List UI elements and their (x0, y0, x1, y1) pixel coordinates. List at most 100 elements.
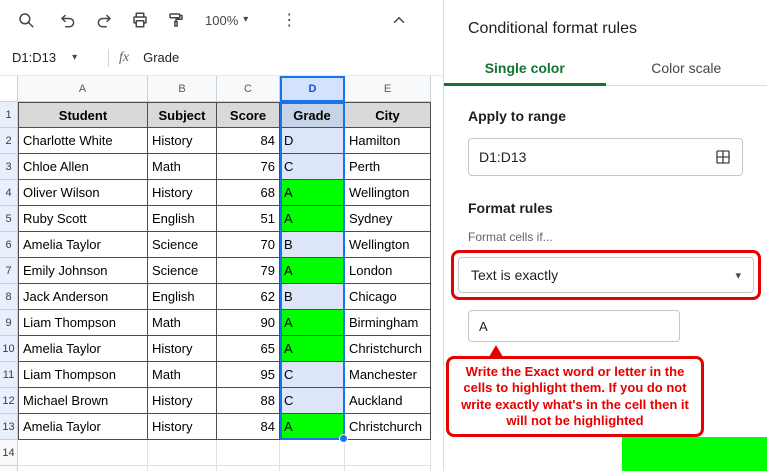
cell-B8[interactable]: English (148, 284, 217, 310)
redo-button[interactable] (90, 6, 118, 34)
condition-dropdown[interactable]: Text is exactly ▾ (458, 257, 754, 293)
cell-D12[interactable]: C (280, 388, 345, 414)
cell-A9[interactable]: Liam Thompson (18, 310, 148, 336)
cell-E10[interactable]: Christchurch (345, 336, 431, 362)
cell-E8[interactable]: Chicago (345, 284, 431, 310)
column-header-C[interactable]: C (217, 76, 280, 102)
row-header-10[interactable]: 10 (0, 336, 18, 362)
cell-A13[interactable]: Amelia Taylor (18, 414, 148, 440)
fill-handle[interactable] (339, 434, 348, 443)
row-header-7[interactable]: 7 (0, 258, 18, 284)
cell-E1[interactable]: City (345, 102, 431, 128)
row-header-14[interactable]: 14 (0, 440, 18, 466)
row-header-2[interactable]: 2 (0, 128, 18, 154)
cell-C15[interactable] (217, 466, 280, 471)
cell-B4[interactable]: History (148, 180, 217, 206)
row-header-4[interactable]: 4 (0, 180, 18, 206)
cell-B7[interactable]: Science (148, 258, 217, 284)
cell-A11[interactable]: Liam Thompson (18, 362, 148, 388)
cell-A6[interactable]: Amelia Taylor (18, 232, 148, 258)
cell-B10[interactable]: History (148, 336, 217, 362)
cell-A3[interactable]: Chloe Allen (18, 154, 148, 180)
cell-D5[interactable]: A (280, 206, 345, 232)
cell-A1[interactable]: Student (18, 102, 148, 128)
row-header-9[interactable]: 9 (0, 310, 18, 336)
cell-E12[interactable]: Auckland (345, 388, 431, 414)
cell-A14[interactable] (18, 440, 148, 466)
cell-D4[interactable]: A (280, 180, 345, 206)
cell-C4[interactable]: 68 (217, 180, 280, 206)
cell-A7[interactable]: Emily Johnson (18, 258, 148, 284)
column-header-D[interactable]: D (280, 76, 345, 102)
cell-A12[interactable]: Michael Brown (18, 388, 148, 414)
cell-B13[interactable]: History (148, 414, 217, 440)
zoom-control[interactable]: 100% ▾ (198, 7, 255, 33)
cell-D10[interactable]: A (280, 336, 345, 362)
cell-E6[interactable]: Wellington (345, 232, 431, 258)
cell-D6[interactable]: B (280, 232, 345, 258)
row-header-13[interactable]: 13 (0, 414, 18, 440)
more-options-button[interactable]: ⋮ (277, 10, 301, 30)
cell-E13[interactable]: Christchurch (345, 414, 431, 440)
search-button[interactable] (12, 6, 40, 34)
cell-D8[interactable]: B (280, 284, 345, 310)
cell-C2[interactable]: 84 (217, 128, 280, 154)
cell-D9[interactable]: A (280, 310, 345, 336)
cell-B14[interactable] (148, 440, 217, 466)
cell-A5[interactable]: Ruby Scott (18, 206, 148, 232)
cell-E2[interactable]: Hamilton (345, 128, 431, 154)
cell-C11[interactable]: 95 (217, 362, 280, 388)
cell-D3[interactable]: C (280, 154, 345, 180)
cell-C5[interactable]: 51 (217, 206, 280, 232)
cell-A4[interactable]: Oliver Wilson (18, 180, 148, 206)
range-input[interactable]: D1:D13 (468, 138, 743, 176)
cell-C7[interactable]: 79 (217, 258, 280, 284)
row-header-3[interactable]: 3 (0, 154, 18, 180)
cell-C8[interactable]: 62 (217, 284, 280, 310)
cell-B5[interactable]: English (148, 206, 217, 232)
cell-D7[interactable]: A (280, 258, 345, 284)
cell-D1[interactable]: Grade (280, 102, 345, 128)
row-header-12[interactable]: 12 (0, 388, 18, 414)
column-header-E[interactable]: E (345, 76, 431, 102)
cell-E15[interactable] (345, 466, 431, 471)
cell-B12[interactable]: History (148, 388, 217, 414)
row-header-5[interactable]: 5 (0, 206, 18, 232)
undo-button[interactable] (54, 6, 82, 34)
column-header-B[interactable]: B (148, 76, 217, 102)
row-header-8[interactable]: 8 (0, 284, 18, 310)
cell-A8[interactable]: Jack Anderson (18, 284, 148, 310)
row-header-15[interactable]: 15 (0, 466, 18, 471)
cell-A15[interactable] (18, 466, 148, 471)
cell-D11[interactable]: C (280, 362, 345, 388)
print-button[interactable] (126, 6, 154, 34)
cell-B2[interactable]: History (148, 128, 217, 154)
cell-E5[interactable]: Sydney (345, 206, 431, 232)
cell-C3[interactable]: 76 (217, 154, 280, 180)
cell-C14[interactable] (217, 440, 280, 466)
cell-D13[interactable]: A (280, 414, 345, 440)
row-header-11[interactable]: 11 (0, 362, 18, 388)
cell-C13[interactable]: 84 (217, 414, 280, 440)
cell-B9[interactable]: Math (148, 310, 217, 336)
cell-C6[interactable]: 70 (217, 232, 280, 258)
cell-B15[interactable] (148, 466, 217, 471)
cell-C1[interactable]: Score (217, 102, 280, 128)
cell-E11[interactable]: Manchester (345, 362, 431, 388)
cell-E7[interactable]: London (345, 258, 431, 284)
row-header-6[interactable]: 6 (0, 232, 18, 258)
cell-D2[interactable]: D (280, 128, 345, 154)
cell-B3[interactable]: Math (148, 154, 217, 180)
select-data-range-icon[interactable] (714, 148, 732, 166)
paint-format-button[interactable] (162, 6, 190, 34)
cell-E4[interactable]: Wellington (345, 180, 431, 206)
cell-C12[interactable]: 88 (217, 388, 280, 414)
cell-B11[interactable]: Math (148, 362, 217, 388)
cell-B1[interactable]: Subject (148, 102, 217, 128)
cell-E9[interactable]: Birmingham (345, 310, 431, 336)
column-header-A[interactable]: A (18, 76, 148, 102)
cell-E3[interactable]: Perth (345, 154, 431, 180)
cell-C9[interactable]: 90 (217, 310, 280, 336)
grid-corner[interactable] (0, 76, 18, 102)
row-header-1[interactable]: 1 (0, 102, 18, 128)
